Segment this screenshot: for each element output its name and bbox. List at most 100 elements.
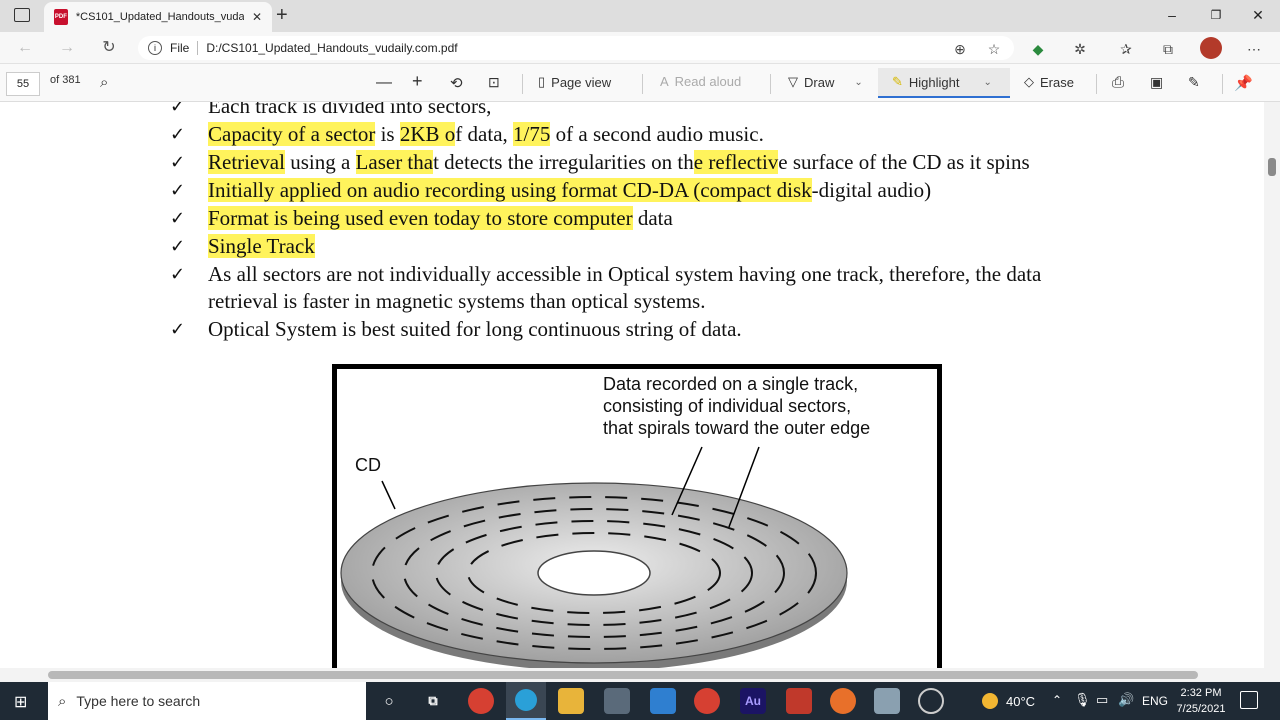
obs-icon[interactable] — [918, 688, 944, 714]
highlighted-text: Format is being used even today to store… — [208, 206, 633, 230]
eraser-icon: ◇ — [1024, 74, 1034, 89]
weather-icon[interactable] — [982, 693, 998, 709]
check-mark-icon: ✓ — [170, 180, 186, 201]
task-view-icon[interactable]: ⧉ — [420, 688, 446, 714]
bullet-text-line2: retrieval is faster in magnetic systems … — [208, 289, 706, 313]
address-bar[interactable]: i File D:/CS101_Updated_Handouts_vudaily… — [138, 36, 1014, 60]
horizontal-scrollbar[interactable] — [0, 668, 1280, 682]
favorite-add-icon[interactable]: ☆ — [984, 39, 1004, 59]
text-run: e surface of the CD as it spins — [778, 150, 1030, 174]
pdf-toolbar: 55 of 381 ⌕ — + ⟲ ⊡ ▯ Page view A Read alo… — [0, 64, 1280, 102]
check-mark-icon: ✓ — [170, 236, 186, 257]
maximize-button[interactable]: ❐ — [1196, 4, 1236, 26]
clock[interactable]: 2:32 PM 7/25/2021 — [1172, 685, 1230, 717]
fit-page-icon[interactable]: ⊡ — [488, 74, 500, 91]
page-number-input[interactable]: 55 — [6, 72, 40, 96]
bullet-text: Single Track — [208, 234, 315, 259]
collections-icon[interactable]: ⧉ — [1158, 39, 1178, 59]
check-mark-icon: ✓ — [170, 124, 186, 145]
windows-start-icon[interactable]: ⊞ — [14, 692, 27, 712]
search-placeholder: Type here to search — [76, 693, 201, 709]
caption-line: Data recorded on a single track, — [603, 374, 859, 394]
page-view-button[interactable]: ▯ Page view — [538, 74, 611, 90]
network-icon[interactable]: ▭ — [1096, 692, 1108, 708]
tab-title: *CS101_Updated_Handouts_vudaily.com.pdf — [75, 11, 244, 23]
avatar[interactable] — [1200, 37, 1222, 59]
scroll-thumb[interactable] — [1268, 158, 1276, 176]
address-url: D:/CS101_Updated_Handouts_vudaily.com.pd… — [206, 41, 458, 55]
chrome-profile-icon[interactable] — [694, 688, 720, 714]
close-window-button[interactable]: ✕ — [1238, 4, 1278, 26]
rotate-icon[interactable]: ⟲ — [450, 74, 463, 92]
vertical-scrollbar[interactable] — [1264, 102, 1280, 668]
page-view-icon: ▯ — [538, 74, 546, 89]
forward-arrow-icon[interactable]: → — [56, 38, 78, 58]
notifications-icon[interactable] — [1240, 691, 1258, 709]
firefox-icon[interactable] — [830, 688, 856, 714]
print-icon[interactable]: ⎙ — [1112, 74, 1124, 91]
search-icon: ⌕ — [58, 692, 67, 710]
office-icon[interactable] — [786, 688, 812, 714]
new-tab-button[interactable]: + — [276, 4, 288, 27]
more-menu-icon[interactable]: ⋯ — [1244, 39, 1264, 59]
text-run: f data, — [455, 122, 514, 146]
highlight-control[interactable]: ✎ Highlight ⌄ — [892, 74, 992, 90]
check-mark-icon: ✓ — [170, 102, 186, 117]
back-arrow-icon[interactable]: ← — [14, 38, 36, 58]
bullet-text: Capacity of a sector is 2KB of data, 1/7… — [208, 122, 764, 147]
browser-tab[interactable]: PDF *CS101_Updated_Handouts_vudaily.com.… — [44, 2, 272, 32]
text-run: -digital audio) — [811, 178, 932, 202]
highlighted-text: 1/75 — [513, 122, 551, 146]
highlighted-text: Single Track — [208, 234, 315, 258]
language-indicator[interactable]: ENG — [1142, 694, 1168, 708]
chevron-down-icon[interactable]: ⌄ — [984, 77, 992, 88]
extensions-puzzle-icon[interactable]: ✲ — [1070, 39, 1090, 59]
tray-chevron-icon[interactable]: ⌃ — [1052, 693, 1062, 707]
chevron-down-icon[interactable]: ⌄ — [854, 77, 862, 88]
save-as-icon[interactable]: ✎ — [1188, 74, 1200, 91]
weather-temp[interactable]: 40°C — [1006, 694, 1035, 709]
close-tab-icon[interactable]: ✕ — [252, 10, 262, 24]
caption-line: that spirals toward the outer edge — [603, 418, 871, 438]
info-icon[interactable]: i — [148, 41, 162, 55]
erase-button[interactable]: ◇ Erase — [1024, 74, 1074, 90]
cortana-icon[interactable]: ○ — [376, 688, 402, 714]
refresh-icon[interactable]: ↻ — [98, 38, 120, 58]
cd-label: CD — [355, 455, 381, 475]
volume-icon[interactable]: 🔊 — [1118, 692, 1134, 708]
save-icon[interactable]: ▣ — [1150, 74, 1163, 91]
pin-toolbar-icon[interactable]: 📌 — [1234, 74, 1253, 92]
favorites-icon[interactable]: ✰ — [1116, 39, 1136, 59]
taskbar-search[interactable]: ⌕ Type here to search — [48, 682, 366, 720]
taskbar: ⊞ ⌕ Type here to search ○ ⧉ Au 40°C ⌃ 🎙 … — [0, 682, 1280, 720]
audition-icon[interactable]: Au — [740, 688, 766, 714]
zoom-icon[interactable]: ⊕ — [950, 39, 970, 59]
highlight-label: Highlight — [908, 74, 960, 90]
highlighted-text: Retrieval — [208, 150, 285, 174]
read-aloud-button[interactable]: A Read aloud — [660, 74, 741, 89]
store-icon[interactable] — [604, 688, 630, 714]
text-run: of a second audio music. — [550, 122, 764, 146]
file-explorer-icon[interactable] — [558, 688, 584, 714]
extension-icon[interactable]: ◆ — [1028, 39, 1048, 59]
draw-icon: ▽ — [788, 74, 798, 89]
scroll-thumb[interactable] — [48, 671, 1198, 679]
zoom-out-icon[interactable]: — — [376, 74, 392, 92]
address-scheme: File — [170, 41, 190, 55]
clock-time: 2:32 PM — [1180, 687, 1222, 699]
draw-button[interactable]: ▽ Draw ⌄ — [788, 74, 863, 90]
tab-actions-icon[interactable] — [14, 8, 30, 22]
check-mark-icon: ✓ — [170, 208, 186, 229]
search-icon[interactable]: ⌕ — [100, 74, 108, 91]
figure-caption: Data recorded on a single track, consist… — [603, 373, 870, 439]
app-icon[interactable] — [874, 688, 900, 714]
page-total: of 381 — [50, 74, 81, 86]
highlighter-icon: ✎ — [892, 74, 903, 89]
edge-icon[interactable] — [506, 682, 546, 720]
bullet-text: Initially applied on audio recording usi… — [208, 178, 931, 203]
chrome-icon[interactable] — [468, 688, 494, 714]
microphone-icon[interactable]: 🎙 — [1074, 692, 1091, 708]
mail-icon[interactable] — [650, 688, 676, 714]
minimize-button[interactable]: – — [1152, 4, 1192, 26]
zoom-in-icon[interactable]: + — [412, 71, 423, 92]
